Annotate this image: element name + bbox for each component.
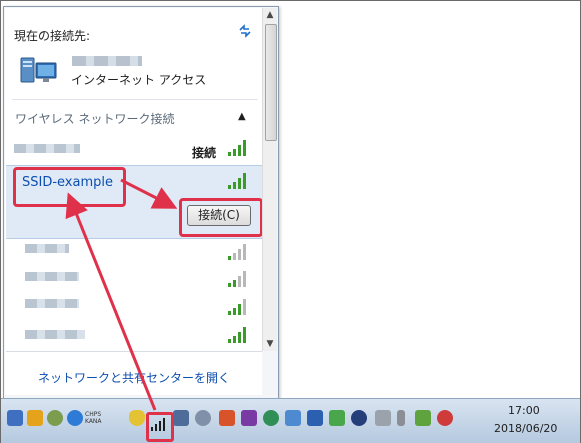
app-icon[interactable] bbox=[195, 410, 211, 426]
scroll-thumb[interactable] bbox=[265, 24, 277, 141]
wifi-signal-icon[interactable] bbox=[150, 416, 166, 432]
signal-strength-icon bbox=[228, 327, 246, 343]
taskbar: CHPS KANA 17:00 2018/06/20 bbox=[1, 398, 580, 443]
blurred-ssid bbox=[25, 330, 85, 339]
blurred-ssid bbox=[25, 299, 79, 308]
app-icon[interactable] bbox=[285, 410, 301, 426]
wireless-section-label: ワイヤレス ネットワーク接続 bbox=[15, 112, 175, 126]
screenshot-frame: 現在の接続先: インターネット アクセス ワイヤレス ネットワーク接続 ▲ 接続… bbox=[0, 0, 581, 443]
flag-icon[interactable] bbox=[375, 410, 391, 426]
blurred-network-name bbox=[72, 56, 142, 66]
connected-status: 接続 bbox=[192, 146, 217, 160]
ime-kana-text: KANA bbox=[85, 418, 102, 425]
clock-date[interactable]: 2018/06/20 bbox=[494, 422, 557, 435]
connect-button[interactable]: 接続(C) bbox=[187, 205, 251, 226]
network-computer-icon bbox=[20, 57, 57, 83]
scroll-up-arrow-icon[interactable]: ▲ bbox=[263, 8, 277, 22]
signal-strength-icon bbox=[228, 244, 246, 260]
signal-strength-icon bbox=[228, 299, 246, 315]
app-icon[interactable] bbox=[307, 410, 323, 426]
scrollbar[interactable]: ▲ ▼ bbox=[262, 8, 277, 351]
blurred-ssid bbox=[25, 272, 79, 281]
ime-indicator[interactable]: CHPS KANA bbox=[85, 411, 102, 425]
signal-strength-icon bbox=[228, 140, 246, 156]
app-icon[interactable] bbox=[329, 410, 345, 426]
help-icon[interactable] bbox=[67, 410, 83, 426]
app-icon[interactable] bbox=[219, 410, 235, 426]
clock-time[interactable]: 17:00 bbox=[508, 404, 540, 417]
battery-icon[interactable] bbox=[397, 410, 405, 426]
signal-strength-icon bbox=[228, 173, 246, 189]
chevron-up-icon[interactable]: ▲ bbox=[238, 111, 246, 122]
app-icon[interactable] bbox=[263, 410, 279, 426]
onenote-icon[interactable] bbox=[241, 410, 257, 426]
ime-mode-text: CHPS bbox=[85, 411, 102, 418]
network-flyout: 現在の接続先: インターネット アクセス ワイヤレス ネットワーク接続 ▲ 接続… bbox=[3, 6, 279, 400]
app-icon[interactable] bbox=[351, 410, 367, 426]
grid-app-icon[interactable] bbox=[173, 410, 189, 426]
scroll-down-arrow-icon[interactable]: ▼ bbox=[263, 337, 277, 351]
internet-access-label: インターネット アクセス bbox=[71, 73, 207, 87]
network-center-link[interactable]: ネットワークと共有センターを開く bbox=[38, 369, 230, 386]
refresh-icon[interactable] bbox=[238, 24, 252, 38]
shield-icon[interactable] bbox=[129, 410, 145, 426]
volume-muted-icon[interactable] bbox=[437, 410, 453, 426]
divider bbox=[6, 351, 262, 352]
app-icon[interactable] bbox=[7, 410, 23, 426]
blurred-ssid bbox=[14, 144, 80, 153]
ssid-name: SSID-example bbox=[22, 175, 113, 190]
current-connection-label: 現在の接続先: bbox=[14, 29, 91, 43]
signal-strength-icon bbox=[228, 271, 246, 287]
blurred-ssid bbox=[25, 244, 69, 253]
divider bbox=[12, 99, 258, 100]
folder-icon[interactable] bbox=[27, 410, 43, 426]
app-icon[interactable] bbox=[47, 410, 63, 426]
network-list-panel: 現在の接続先: インターネット アクセス ワイヤレス ネットワーク接続 ▲ 接続… bbox=[5, 8, 262, 395]
app-icon[interactable] bbox=[415, 410, 431, 426]
